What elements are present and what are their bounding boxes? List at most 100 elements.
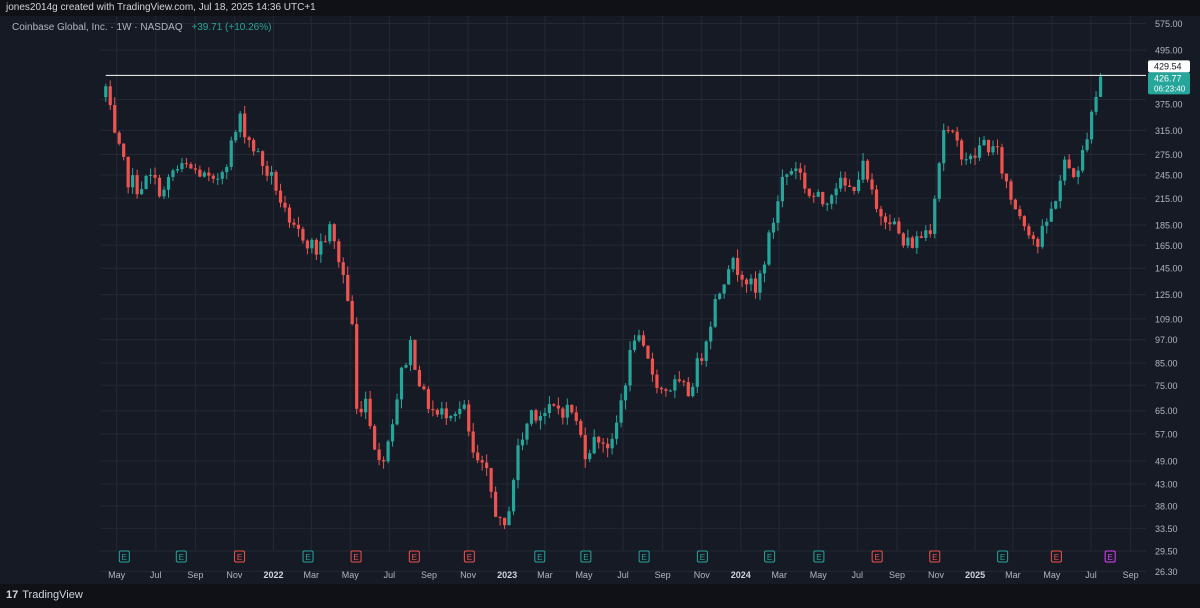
candle-body	[516, 445, 520, 481]
candle-body	[556, 405, 560, 409]
candle-body	[225, 166, 229, 173]
candle-body	[1067, 159, 1071, 169]
candle-body	[677, 379, 681, 382]
candle-body	[1027, 226, 1031, 236]
candle-body	[901, 233, 905, 246]
candle-body	[695, 358, 699, 387]
price-tick-label: 125.00	[1155, 290, 1183, 300]
candle-body	[700, 358, 704, 361]
price-tick-label: 38.00	[1155, 502, 1178, 512]
candle-body	[104, 86, 108, 98]
candle-body	[597, 436, 601, 443]
candle-body	[1045, 221, 1049, 226]
candle-body	[1098, 76, 1103, 97]
candle-body	[758, 273, 762, 293]
candle-body	[865, 160, 870, 180]
time-tick-label: Mar	[303, 570, 319, 580]
candle-body	[494, 491, 498, 517]
candle-body	[377, 449, 381, 460]
earnings-marker-label: E	[1107, 553, 1112, 562]
candle-body	[153, 174, 157, 178]
price-tick-label: 109.00	[1155, 314, 1183, 324]
candle-body	[310, 239, 314, 249]
candle-body	[861, 160, 865, 180]
candle-body	[686, 382, 690, 397]
candle-body	[278, 190, 283, 203]
candle-body	[498, 516, 502, 518]
candle-body	[117, 132, 121, 144]
time-tick-label: Jul	[617, 570, 629, 580]
candle-body	[1094, 96, 1098, 112]
candle-body	[946, 129, 950, 131]
candle-body	[830, 195, 834, 204]
candle-body	[467, 404, 471, 432]
candle-body	[740, 274, 744, 280]
time-tick-label: Sep	[187, 570, 203, 580]
candle-body	[713, 299, 717, 327]
candle-body	[977, 145, 982, 158]
price-tick-label: 75.00	[1155, 381, 1178, 391]
candle-body	[664, 389, 668, 391]
candle-body	[296, 224, 301, 229]
candle-body	[749, 278, 753, 285]
candle-body	[995, 146, 1000, 148]
candle-body	[883, 216, 888, 223]
candle-body	[507, 511, 511, 526]
candle-body	[991, 146, 995, 153]
candle-body	[789, 170, 793, 175]
time-tick-label: May	[108, 570, 126, 580]
candle-body	[870, 179, 874, 190]
time-tick-label: Nov	[928, 570, 945, 580]
candle-body	[220, 172, 224, 179]
candle-body	[247, 137, 251, 141]
candle-body	[458, 408, 462, 414]
candle-body	[395, 399, 399, 425]
candle-body	[256, 151, 260, 153]
candle-body	[417, 369, 422, 387]
candle-body	[314, 239, 318, 255]
candle-body	[771, 222, 776, 233]
candle-body	[646, 345, 650, 359]
candle-body	[390, 424, 395, 442]
candle-body	[614, 422, 619, 439]
time-tick-label: May	[342, 570, 360, 580]
symbol-legend: Coinbase Global, Inc. · 1W · NASDAQ +39.…	[12, 22, 271, 33]
candle-body	[547, 404, 551, 413]
candle-body	[592, 436, 596, 454]
price-tick-label: 275.00	[1155, 150, 1183, 160]
candle-body	[1089, 111, 1094, 140]
candle-body	[373, 426, 377, 450]
candle-body	[839, 177, 843, 189]
candle-body	[919, 236, 923, 238]
candle-body	[691, 386, 695, 397]
price-tick-label: 495.00	[1155, 46, 1183, 56]
candle-body	[794, 168, 798, 171]
tradingview-logo[interactable]: 17 TradingView	[6, 589, 83, 601]
candle-body	[292, 222, 296, 225]
earnings-marker-label: E	[932, 553, 937, 562]
candle-body	[511, 480, 516, 512]
candle-body	[951, 130, 955, 132]
candle-body	[960, 140, 964, 160]
candle-body	[1081, 149, 1085, 171]
earnings-marker-label: E	[122, 553, 127, 562]
candlestick-chart[interactable]: 575.00 495.00 315.00 275.00 245.00 215.00 185.…	[0, 16, 1200, 584]
candle-body	[588, 453, 592, 460]
candle-body	[632, 340, 637, 350]
candle-body	[444, 408, 448, 419]
earnings-marker-label: E	[1000, 553, 1005, 562]
candle-body	[162, 189, 166, 197]
candle-body	[122, 143, 126, 157]
time-tick-label: 2022	[263, 570, 283, 580]
candle-body	[180, 163, 184, 169]
candle-body	[659, 387, 664, 390]
candle-body	[1040, 225, 1044, 247]
candle-body	[332, 224, 336, 242]
tradingview-chart-page: jones2014g created with TradingView.com,…	[0, 0, 1200, 608]
candle-body	[856, 179, 861, 191]
candle-body	[462, 404, 466, 409]
candle-body	[874, 189, 879, 209]
price-tick-label: 85.00	[1155, 359, 1178, 369]
candle-body	[529, 410, 534, 424]
earnings-marker-label: E	[767, 553, 772, 562]
